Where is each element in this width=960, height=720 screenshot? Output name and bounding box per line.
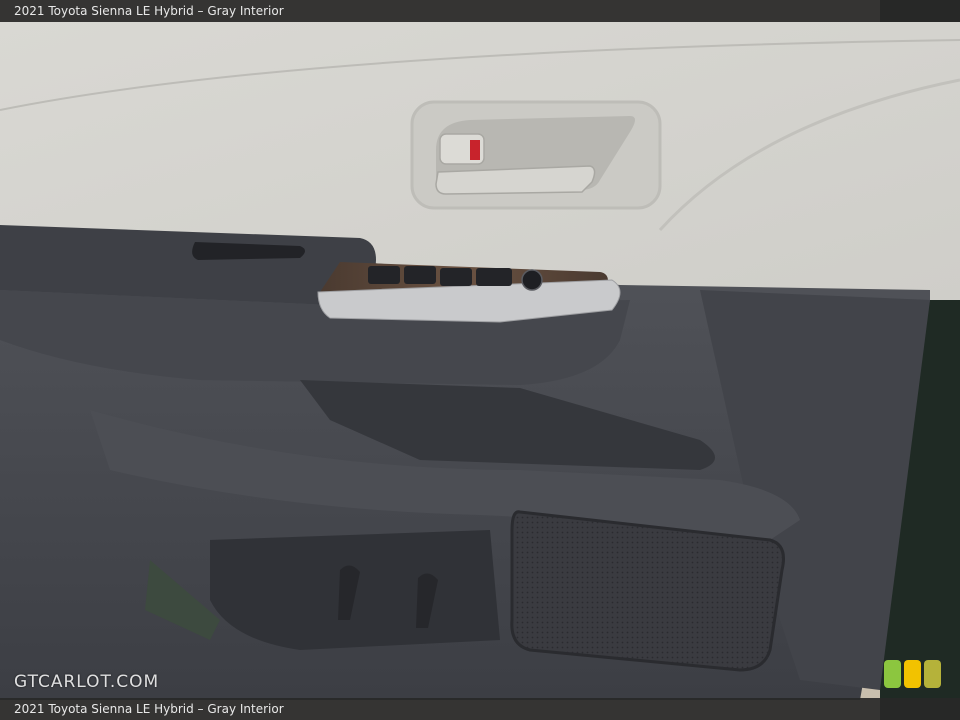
site-badge-logo xyxy=(884,660,946,688)
photo-frame: 2021 Toyota Sienna LE Hybrid – Gray Inte… xyxy=(0,0,960,720)
door-speaker-grille xyxy=(510,510,785,672)
watermark-text: GTCARLOT.COM xyxy=(14,672,160,692)
lock-indicator xyxy=(470,140,480,160)
caption-bar-bottom: 2021 Toyota Sienna LE Hybrid – Gray Inte… xyxy=(0,698,960,720)
door-panel-photo xyxy=(0,0,960,720)
caption-bar-top: 2021 Toyota Sienna LE Hybrid – Gray Inte… xyxy=(0,0,960,22)
